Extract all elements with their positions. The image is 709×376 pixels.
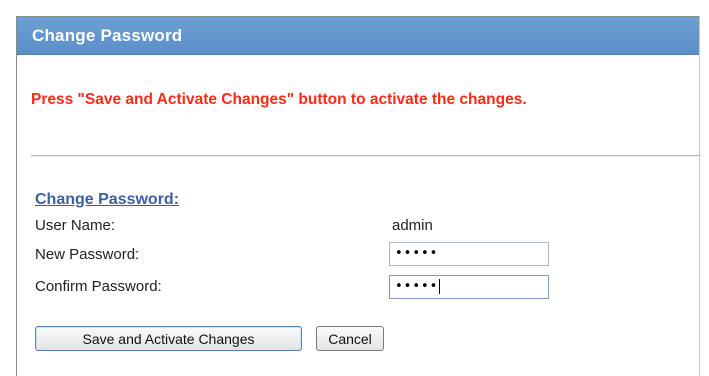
new-password-field[interactable]: ••••• (389, 242, 549, 266)
confirm-password-value: ••••• (395, 279, 439, 294)
section-title: Change Password: (35, 191, 180, 208)
panel-header: Change Password (17, 17, 699, 55)
panel-title: Change Password (32, 26, 183, 45)
confirm-password-field[interactable]: ••••• (389, 275, 549, 299)
cancel-button[interactable]: Cancel (316, 326, 384, 351)
username-label: User Name: (35, 217, 116, 234)
username-value: admin (392, 217, 433, 234)
settings-panel: Change Password Press "Save and Activate… (16, 16, 701, 376)
new-password-label: New Password: (35, 246, 140, 263)
text-caret (439, 279, 441, 294)
section-divider (31, 155, 701, 157)
confirm-password-label: Confirm Password: (35, 278, 162, 295)
activation-notice: Press "Save and Activate Changes" button… (31, 91, 527, 108)
save-activate-button[interactable]: Save and Activate Changes (35, 326, 302, 351)
new-password-value: ••••• (395, 246, 439, 261)
